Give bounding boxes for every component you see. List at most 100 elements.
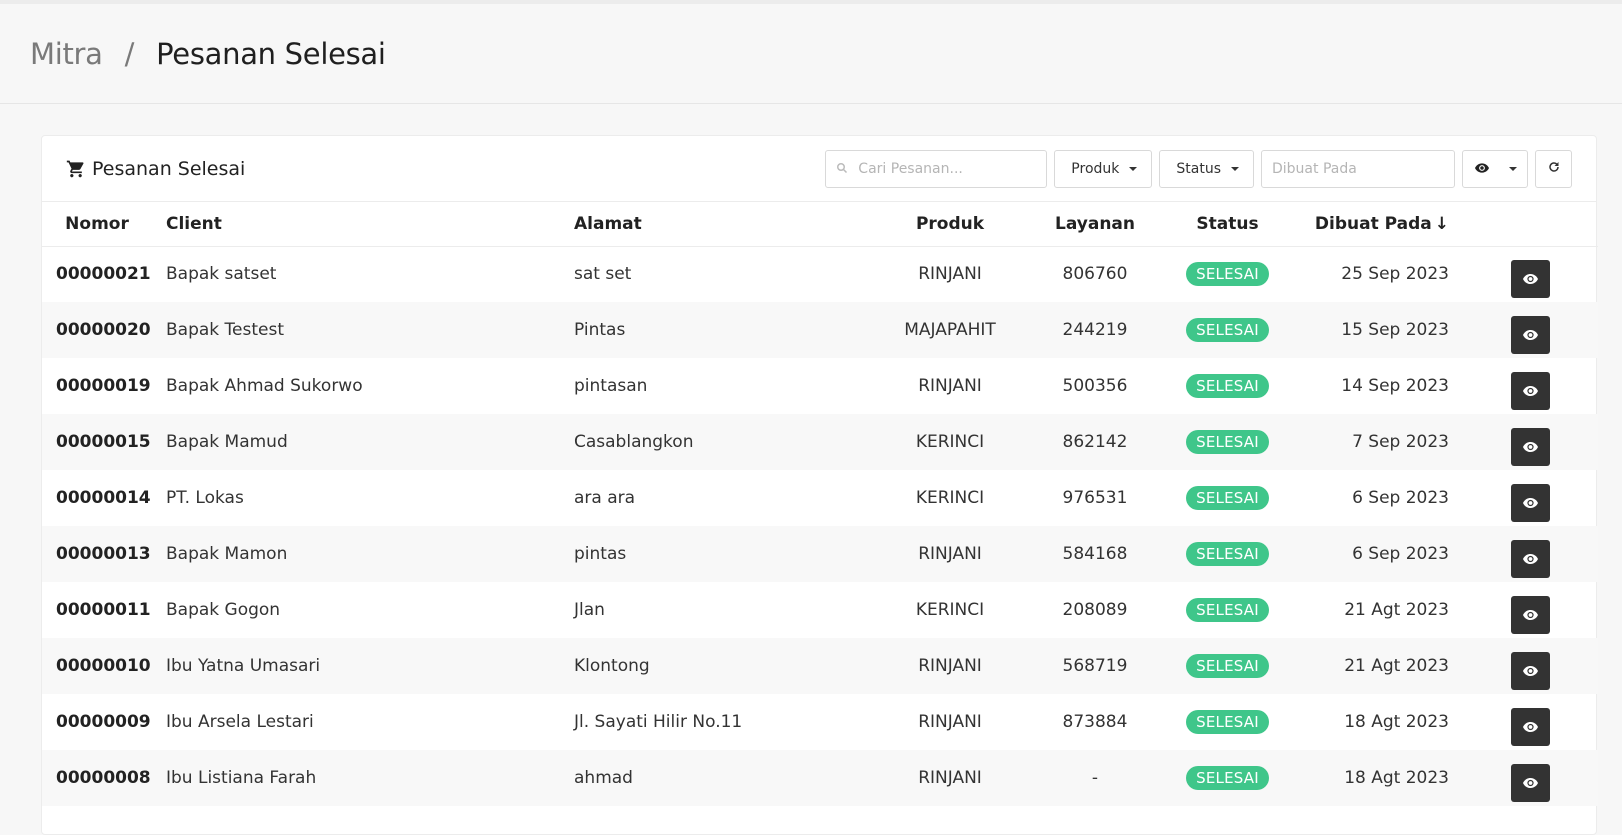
produk-filter-button[interactable]: Produk [1054, 149, 1153, 188]
table-row[interactable]: 00000011 Bapak Gogon Jlan KERINCI 208089 SELE… [42, 582, 1598, 638]
cell-client: PT. Lokas [166, 488, 244, 508]
view-order-button[interactable] [1511, 540, 1550, 578]
eye-icon [1523, 328, 1538, 343]
eye-icon [1523, 776, 1538, 791]
table-row[interactable]: 00000020 Bapak Testest Pintas MAJAPAHIT 2442… [42, 302, 1598, 358]
view-order-button[interactable] [1511, 316, 1550, 354]
view-order-button[interactable] [1511, 708, 1550, 746]
cell-client: Ibu Listiana Farah [152, 750, 560, 806]
cell-client: Bapak Testest [152, 302, 560, 358]
cell-alamat: Jlan [574, 600, 605, 620]
cell-status: SELESAI [1160, 638, 1295, 694]
cell-nomor: 00000013 [42, 526, 152, 582]
col-header-dibuat[interactable]: Dibuat Pada ↓ [1295, 202, 1463, 247]
card-title: Pesanan Selesai [66, 158, 245, 180]
cell-alamat: Klontong [560, 638, 870, 694]
cell-dibuat: 6 Sep 2023 [1295, 526, 1463, 582]
view-order-button[interactable] [1511, 484, 1550, 522]
view-order-button[interactable] [1511, 428, 1550, 466]
cell-layanan: 584168 [1030, 526, 1160, 582]
breadcrumb-separator: / [124, 36, 135, 71]
cell-client: Bapak Mamon [152, 526, 560, 582]
eye-icon [1523, 272, 1538, 287]
cell-layanan: 806760 [1062, 264, 1128, 285]
cell-actions [1463, 470, 1598, 526]
eye-icon [1523, 720, 1538, 735]
cell-status: SELESAI [1160, 526, 1295, 582]
refresh-button[interactable] [1535, 149, 1572, 188]
table-row[interactable]: 00000015 Bapak Mamud Casablangkon KERINCI 86… [42, 414, 1598, 470]
card-title-text: Pesanan Selesai [92, 157, 246, 180]
cell-actions [1463, 414, 1598, 470]
table-row[interactable]: 00000009 Ibu Arsela Lestari Jl. Sayati Hil… [42, 694, 1598, 750]
status-badge: SELESAI [1186, 654, 1269, 678]
col-header-layanan[interactable]: Layanan [1030, 202, 1160, 247]
cell-alamat: Casablangkon [560, 414, 870, 470]
eye-icon [1523, 664, 1538, 679]
eye-icon [1523, 552, 1538, 567]
status-badge: SELESAI [1186, 318, 1269, 342]
cell-alamat: Jl. Sayati Hilir No.11 [574, 712, 743, 732]
cell-dibuat: 15 Sep 2023 [1295, 302, 1463, 358]
search-input[interactable] [858, 160, 1037, 177]
breadcrumb-root[interactable]: Mitra [30, 37, 103, 71]
cell-actions [1463, 526, 1598, 582]
chevron-down-icon [1129, 166, 1138, 171]
cell-alamat: ahmad [560, 750, 870, 806]
view-order-button[interactable] [1511, 596, 1550, 634]
status-filter-button[interactable]: Status [1159, 149, 1254, 188]
cell-alamat: Pintas [560, 302, 870, 358]
table-row[interactable]: 00000008 Ibu Listiana Farah ahmad RINJANI - S… [42, 750, 1598, 806]
table-row[interactable]: 00000010 Ibu Yatna Umasari Klontong RINJANI… [42, 638, 1598, 694]
cell-layanan: 873884 [1062, 712, 1128, 732]
table-row[interactable]: 00000021 Bapak satset sat set RINJANI 806760… [42, 246, 1598, 302]
view-order-button[interactable] [1511, 260, 1550, 298]
orders-table: Nomor Client Alamat Produk Layanan Statu… [42, 202, 1598, 806]
cell-actions [1463, 246, 1598, 302]
search-box[interactable] [825, 149, 1048, 188]
col-header-alamat[interactable]: Alamat [560, 202, 870, 247]
cell-status: SELESAI [1160, 470, 1295, 526]
cell-client: Bapak satset [166, 264, 277, 285]
cell-actions [1463, 750, 1598, 806]
cell-produk: RINJANI [870, 750, 1030, 806]
status-badge: SELESAI [1186, 542, 1269, 566]
sort-arrow-icon: ↓ [1434, 213, 1449, 234]
card-header: Pesanan Selesai Produk Status [42, 136, 1596, 202]
status-filter-label: Status [1176, 160, 1221, 177]
col-header-client[interactable]: Client [152, 202, 560, 247]
col-header-nomor[interactable]: Nomor [42, 202, 152, 247]
col-header-dibuat-label: Dibuat Pada [1314, 213, 1432, 234]
view-order-button[interactable] [1511, 652, 1550, 690]
table-row[interactable]: 00000019 Bapak Ahmad Sukorwo pintasan RINJA… [42, 358, 1598, 414]
status-badge: SELESAI [1186, 430, 1269, 454]
toolbar: Produk Status [825, 149, 1572, 188]
status-badge: SELESAI [1186, 262, 1269, 287]
col-header-status[interactable]: Status [1160, 202, 1295, 247]
cell-dibuat: 21 Agt 2023 [1295, 638, 1463, 694]
date-filter-input[interactable] [1261, 149, 1455, 188]
column-visibility-button[interactable] [1462, 149, 1528, 188]
cell-nomor: 00000011 [56, 600, 151, 620]
search-icon [836, 159, 848, 178]
col-header-produk[interactable]: Produk [870, 202, 1030, 247]
view-order-button[interactable] [1511, 764, 1550, 802]
cell-produk: KERINCI [870, 414, 1030, 470]
cell-status: SELESAI [1160, 750, 1295, 806]
cell-alamat: pintas [560, 526, 870, 582]
table-row[interactable]: 00000013 Bapak Mamon pintas RINJANI 584168 SE… [42, 526, 1598, 582]
orders-card: Pesanan Selesai Produk Status [41, 135, 1598, 835]
status-badge: SELESAI [1186, 374, 1269, 398]
view-order-button[interactable] [1511, 372, 1550, 410]
cell-actions [1463, 358, 1598, 414]
eye-icon [1523, 440, 1538, 455]
table-row[interactable]: 00000014 PT. Lokas ara ara KERINCI 976531 SEL… [42, 470, 1598, 526]
table-body: 00000021 Bapak satset sat set RINJANI 806760… [42, 246, 1598, 806]
status-badge: SELESAI [1186, 598, 1269, 622]
cell-produk: KERINCI [915, 600, 985, 620]
cell-client: Bapak Mamud [152, 414, 560, 470]
status-badge: SELESAI [1186, 766, 1269, 790]
cell-client: Ibu Arsela Lestari [166, 712, 314, 732]
cell-produk: KERINCI [915, 488, 985, 508]
col-header-actions [1463, 202, 1598, 247]
